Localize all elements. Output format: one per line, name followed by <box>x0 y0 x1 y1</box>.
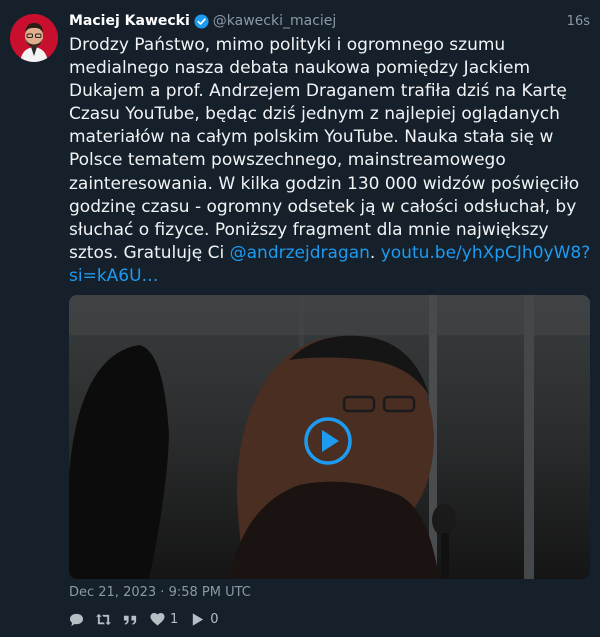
play-button[interactable] <box>303 416 353 466</box>
like-button[interactable]: 1 <box>150 612 178 627</box>
author-name[interactable]: Maciej Kawecki <box>69 13 190 29</box>
video-thumbnail[interactable] <box>69 295 590 579</box>
reply-button[interactable] <box>69 612 84 627</box>
tweet-header: Maciej Kawecki @kawecki_maciej 16s <box>69 11 590 31</box>
quote-button[interactable] <box>123 612 138 627</box>
mention-link[interactable]: @andrzejdragan <box>230 243 370 263</box>
retweet-button[interactable] <box>96 612 111 627</box>
play-icon <box>304 417 352 465</box>
play-views-icon <box>193 612 204 626</box>
reply-icon <box>69 613 84 626</box>
tweet-card[interactable]: Maciej Kawecki @kawecki_maciej 16s Drodz… <box>0 0 600 637</box>
tweet-actions: 1 0 <box>69 610 231 628</box>
like-count: 1 <box>170 611 179 627</box>
views-button[interactable]: 0 <box>190 611 219 627</box>
views-count: 0 <box>210 611 219 627</box>
heart-icon <box>150 612 165 626</box>
author-handle[interactable]: @kawecki_maciej <box>213 13 337 29</box>
profile-photo <box>10 14 58 62</box>
verified-badge-icon <box>194 13 209 29</box>
tweet-timestamp[interactable]: Dec 21, 2023 · 9:58 PM UTC <box>69 585 251 600</box>
avatar[interactable] <box>10 14 58 62</box>
tweet-time[interactable]: 16s <box>567 14 590 29</box>
quote-icon <box>123 615 137 625</box>
retweet-icon <box>96 613 111 625</box>
tweet-text: Drodzy Państwo, mimo polityki i ogromneg… <box>69 34 593 288</box>
tweet-separator: . <box>369 242 376 263</box>
tweet-text-main: Drodzy Państwo, mimo polityki i ogromneg… <box>69 35 580 263</box>
